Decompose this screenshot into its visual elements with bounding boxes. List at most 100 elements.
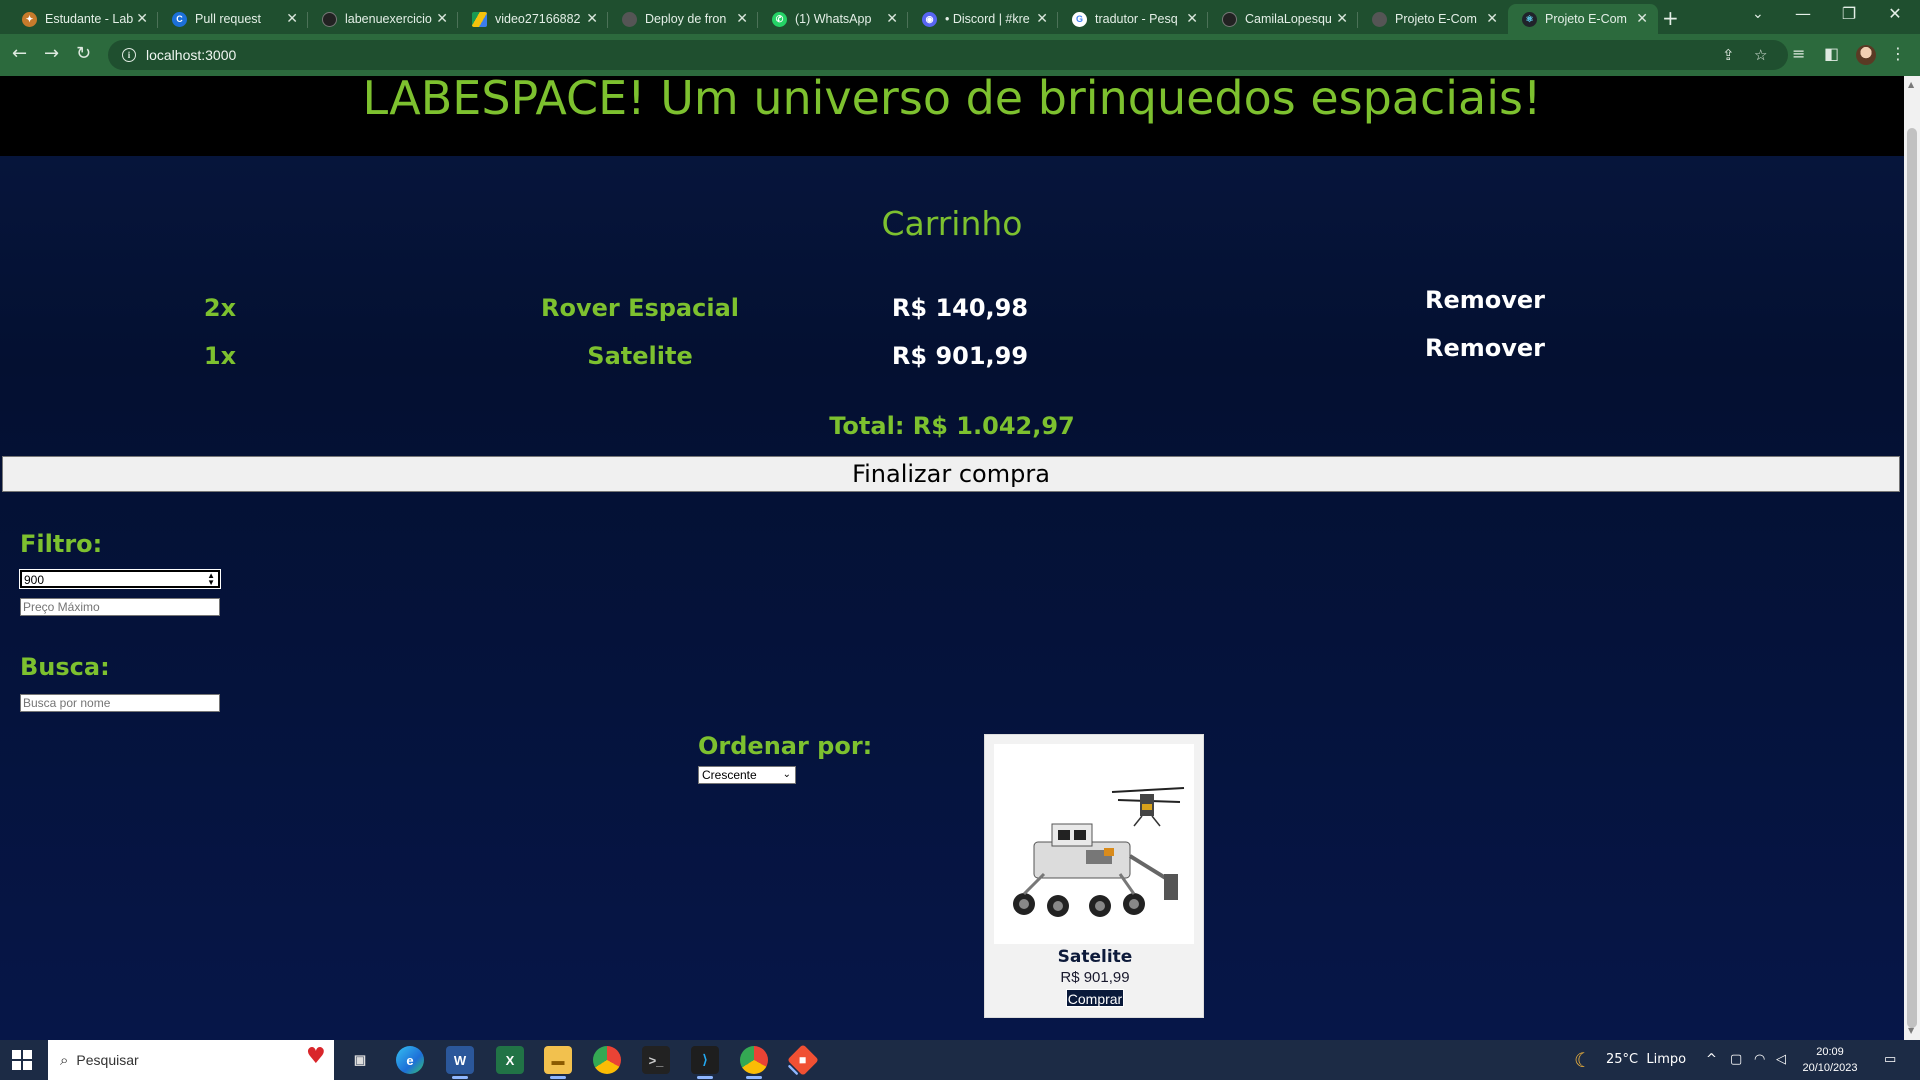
checkout-button[interactable]: Finalizar compra <box>2 456 1900 492</box>
notifications-icon[interactable]: ▭ <box>1884 1052 1896 1067</box>
search-placeholder: Busca por nome <box>23 696 111 710</box>
tab-projeto-active[interactable]: ⚛ Projeto E-Com ✕ <box>1508 4 1658 34</box>
product-name: Satelite <box>1057 947 1133 967</box>
forward-arrow-icon[interactable]: → <box>44 43 59 64</box>
close-icon[interactable]: ✕ <box>286 10 298 27</box>
react-icon: ⚛ <box>1522 11 1537 27</box>
heart-decoration-icon: ♥ <box>306 1044 326 1069</box>
file-explorer-icon[interactable]: ▬ <box>544 1046 572 1079</box>
task-view-icon[interactable]: ▣ <box>346 1046 374 1074</box>
side-panel-icon[interactable]: ◧ <box>1824 44 1839 63</box>
scroll-up-icon[interactable]: ▲ <box>1908 80 1914 89</box>
tab-title: CamilaLopesqu <box>1245 12 1332 26</box>
weather-text[interactable]: 25°C Limpo <box>1606 1052 1686 1067</box>
tab-title: Projeto E-Com <box>1395 12 1477 26</box>
git-icon[interactable]: ◆ <box>787 1044 819 1076</box>
avatar[interactable] <box>1856 45 1876 65</box>
google-drive-icon <box>472 11 487 27</box>
close-icon[interactable]: ✕ <box>1636 10 1648 27</box>
cart-item-price: R$ 140,98 <box>891 294 1029 322</box>
chevron-down-icon[interactable]: ⌄ <box>1752 6 1764 22</box>
minimize-button[interactable]: — <box>1780 4 1826 23</box>
excel-icon[interactable]: X <box>496 1046 524 1074</box>
cart-item-name: Satelite <box>587 342 693 370</box>
buy-button[interactable]: Comprar <box>1066 989 1124 1007</box>
back-arrow-icon[interactable]: ← <box>12 43 27 64</box>
tab-deploy[interactable]: Deploy de fron ✕ <box>608 4 758 34</box>
google-icon: G <box>1072 11 1087 27</box>
tab-drive-video[interactable]: video27166882 ✕ <box>458 4 608 34</box>
tab-github-exercicio[interactable]: labenuexercicio ✕ <box>308 4 458 34</box>
close-icon[interactable]: ✕ <box>736 10 748 27</box>
close-icon[interactable]: ✕ <box>1036 10 1048 27</box>
tab-discord[interactable]: ◉ • Discord | #kre ✕ <box>908 4 1058 34</box>
system-clock[interactable]: 20:09 20/10/2023 <box>1790 1044 1870 1076</box>
tab-title: Pull request <box>195 12 262 26</box>
wifi-icon[interactable]: ◠ <box>1754 1052 1765 1067</box>
info-icon[interactable]: i <box>122 48 136 62</box>
windows-start-icon[interactable] <box>12 1050 32 1070</box>
max-price-placeholder: Preço Máximo <box>23 600 100 614</box>
url-text[interactable]: localhost:3000 <box>146 47 236 63</box>
tab-title: video27166882 <box>495 12 581 26</box>
windows-taskbar: ⌕ Pesquisar ♥ ▣ e W X ▬ >_ ⟩ ◆ ☾ 25°C Li… <box>0 1040 1920 1080</box>
chevron-down-icon: ⌄ <box>782 769 791 780</box>
chrome-profile-icon[interactable] <box>740 1046 768 1079</box>
new-tab-button[interactable]: + <box>1662 6 1679 30</box>
chevron-up-icon[interactable]: ^ <box>1706 1052 1717 1067</box>
scroll-down-icon[interactable]: ▼ <box>1908 1026 1914 1035</box>
scroll-thumb[interactable] <box>1907 128 1917 1028</box>
clock-time: 20:09 <box>1816 1046 1844 1058</box>
cart-item-quantity: 2x <box>203 294 237 322</box>
tab-title: • Discord | #kre <box>945 12 1030 26</box>
close-icon[interactable]: ✕ <box>1486 10 1498 27</box>
tab-tradutor[interactable]: G tradutor - Pesq ✕ <box>1058 4 1208 34</box>
bookmark-star-icon[interactable]: ☆ <box>1754 46 1767 64</box>
tab-title: Deploy de fron <box>645 12 727 26</box>
close-icon[interactable]: ✕ <box>1336 10 1348 27</box>
close-icon[interactable]: ✕ <box>136 10 148 27</box>
remove-button[interactable]: Remover <box>1410 334 1560 362</box>
reload-icon[interactable]: ↻ <box>76 43 91 64</box>
terminal-icon[interactable]: >_ <box>642 1046 670 1074</box>
sort-selected-value: Crescente <box>702 768 757 782</box>
edge-icon[interactable]: e <box>396 1046 424 1074</box>
close-icon[interactable]: ✕ <box>586 10 598 27</box>
meet-now-icon[interactable]: ▢ <box>1730 1052 1742 1067</box>
stepper-arrows-icon[interactable]: ▲ ▼ <box>207 572 215 587</box>
github-icon <box>1222 11 1237 27</box>
product-image <box>994 744 1194 944</box>
sort-label: Ordenar por: <box>698 732 873 760</box>
globe-icon <box>1372 11 1387 27</box>
close-icon[interactable]: ✕ <box>436 10 448 27</box>
min-price-input[interactable]: 900 ▲ ▼ <box>19 569 221 589</box>
close-icon[interactable]: ✕ <box>886 10 898 27</box>
sort-select[interactable]: Crescente ⌄ <box>698 766 796 784</box>
word-icon[interactable]: W <box>446 1046 474 1079</box>
tab-estudante[interactable]: ✦ Estudante - Lab ✕ <box>8 4 158 34</box>
remove-button[interactable]: Remover <box>1410 286 1560 314</box>
page-scrollbar[interactable]: ▲ ▼ <box>1904 76 1920 1040</box>
tab-whatsapp[interactable]: ✆ (1) WhatsApp ✕ <box>758 4 908 34</box>
taskbar-search-box[interactable]: ⌕ Pesquisar ♥ <box>48 1040 334 1080</box>
tab-title: Projeto E-Com <box>1545 12 1627 26</box>
taskbar-search-placeholder: Pesquisar <box>76 1052 139 1068</box>
tab-projeto-1[interactable]: Projeto E-Com ✕ <box>1358 4 1508 34</box>
tab-pull-request[interactable]: C Pull request ✕ <box>158 4 308 34</box>
share-icon[interactable]: ⇪ <box>1722 46 1735 64</box>
volume-icon[interactable]: ◁ <box>1776 1052 1786 1067</box>
vscode-icon[interactable]: ⟩ <box>691 1046 719 1079</box>
tab-github-camila[interactable]: CamilaLopesqu ✕ <box>1208 4 1358 34</box>
media-controls-icon[interactable]: ≡ <box>1792 44 1805 63</box>
menu-kebab-icon[interactable]: ⋮ <box>1890 44 1906 63</box>
close-icon[interactable]: ✕ <box>1186 10 1198 27</box>
max-price-input[interactable]: Preço Máximo <box>20 598 220 616</box>
min-price-value: 900 <box>24 573 45 587</box>
close-window-button[interactable]: ✕ <box>1872 4 1918 23</box>
search-input[interactable]: Busca por nome <box>20 694 220 712</box>
restore-button[interactable]: ❐ <box>1826 4 1872 23</box>
tab-title: Estudante - Lab <box>45 12 134 26</box>
address-bar[interactable]: i localhost:3000 <box>108 40 1788 70</box>
chrome-icon[interactable] <box>593 1046 621 1074</box>
github-icon <box>322 11 337 27</box>
